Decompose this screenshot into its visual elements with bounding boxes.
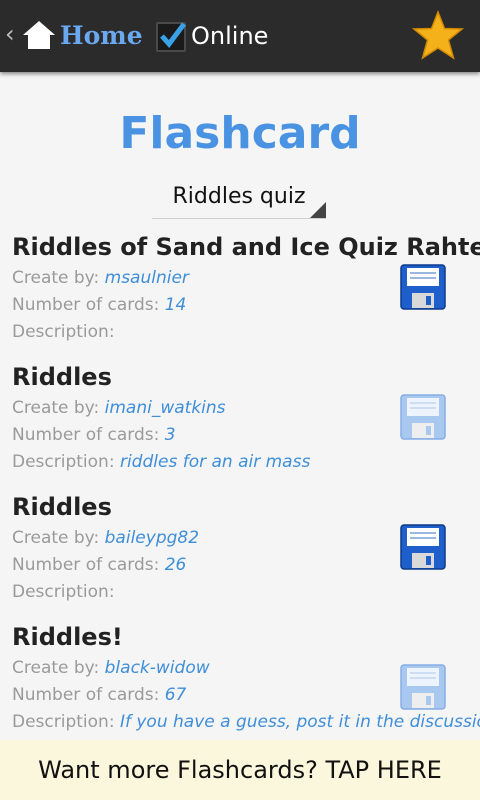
creator-link[interactable]: imani_watkins bbox=[105, 398, 226, 418]
category-selected: Riddles quiz bbox=[172, 184, 306, 209]
flashcard-title: Riddles of Sand and Ice Quiz Rahter bbox=[12, 233, 480, 261]
creator-row: Create by: imani_watkins bbox=[12, 396, 226, 420]
cards-count-value: 67 bbox=[164, 685, 187, 705]
cards-count-value: 26 bbox=[164, 555, 187, 575]
more-flashcards-banner[interactable]: Want more Flashcards? TAP HERE bbox=[0, 740, 480, 800]
flashcard-item[interactable]: Riddles Create by: imani_watkins Number … bbox=[0, 356, 480, 486]
dropdown-arrow-icon bbox=[310, 202, 326, 218]
creator-label: Create by: bbox=[12, 658, 100, 678]
flashcard-list: Riddles of Sand and Ice Quiz Rahter Crea… bbox=[0, 226, 480, 746]
description-label: Description: bbox=[12, 452, 115, 472]
online-checkbox[interactable] bbox=[156, 22, 186, 52]
description-label: Description: bbox=[12, 322, 115, 342]
flashcard-item[interactable]: Riddles of Sand and Ice Quiz Rahter Crea… bbox=[0, 226, 480, 356]
save-icon-faded[interactable] bbox=[400, 394, 446, 440]
back-chevron-icon: ‹ bbox=[5, 20, 15, 48]
online-label[interactable]: Online bbox=[191, 20, 268, 52]
cards-count-row: Number of cards: 67 bbox=[12, 683, 186, 707]
creator-row: Create by: baileypg82 bbox=[12, 526, 199, 550]
category-spinner[interactable]: Riddles quiz bbox=[152, 180, 326, 219]
flashcard-item[interactable]: Riddles Create by: baileypg82 Number of … bbox=[0, 486, 480, 616]
description-value: riddles for an air mass bbox=[119, 452, 311, 472]
flashcard-item[interactable]: Riddles! Create by: black-widow Number o… bbox=[0, 616, 480, 746]
description-label: Description: bbox=[12, 582, 115, 602]
description-label: Description: bbox=[12, 712, 115, 732]
creator-row: Create by: black-widow bbox=[12, 656, 210, 680]
description-row: Description: bbox=[12, 580, 115, 604]
creator-row: Create by: msaulnier bbox=[12, 266, 189, 290]
cards-count-row: Number of cards: 3 bbox=[12, 423, 176, 447]
cards-count-label: Number of cards: bbox=[12, 685, 160, 705]
creator-label: Create by: bbox=[12, 268, 100, 288]
description-row: Description: riddles for an air mass bbox=[12, 450, 310, 474]
creator-link[interactable]: baileypg82 bbox=[105, 528, 199, 548]
creator-link[interactable]: msaulnier bbox=[105, 268, 189, 288]
creator-link[interactable]: black-widow bbox=[105, 658, 210, 678]
action-bar: ‹ Home Online bbox=[0, 0, 480, 72]
cards-count-label: Number of cards: bbox=[12, 295, 160, 315]
favorite-star-icon[interactable] bbox=[412, 10, 464, 62]
checkmark-icon bbox=[160, 22, 186, 48]
home-label: Home bbox=[60, 21, 143, 50]
creator-label: Create by: bbox=[12, 398, 100, 418]
description-value: If you have a guess, post it in the disc… bbox=[119, 712, 480, 732]
save-icon[interactable] bbox=[400, 524, 446, 570]
page-title: Flashcard bbox=[119, 108, 361, 159]
description-row: Description: If you have a guess, post i… bbox=[12, 710, 480, 734]
save-icon[interactable] bbox=[400, 264, 446, 310]
cards-count-row: Number of cards: 14 bbox=[12, 293, 186, 317]
cards-count-row: Number of cards: 26 bbox=[12, 553, 186, 577]
description-row: Description: bbox=[12, 320, 115, 344]
flashcard-title: Riddles bbox=[12, 493, 112, 521]
cards-count-value: 3 bbox=[164, 425, 176, 445]
flashcard-title: Riddles! bbox=[12, 623, 123, 651]
home-icon bbox=[23, 21, 55, 49]
cards-count-value: 14 bbox=[164, 295, 187, 315]
save-icon-faded[interactable] bbox=[400, 664, 446, 710]
cards-count-label: Number of cards: bbox=[12, 425, 160, 445]
creator-label: Create by: bbox=[12, 528, 100, 548]
cards-count-label: Number of cards: bbox=[12, 555, 160, 575]
flashcard-title: Riddles bbox=[12, 363, 112, 391]
